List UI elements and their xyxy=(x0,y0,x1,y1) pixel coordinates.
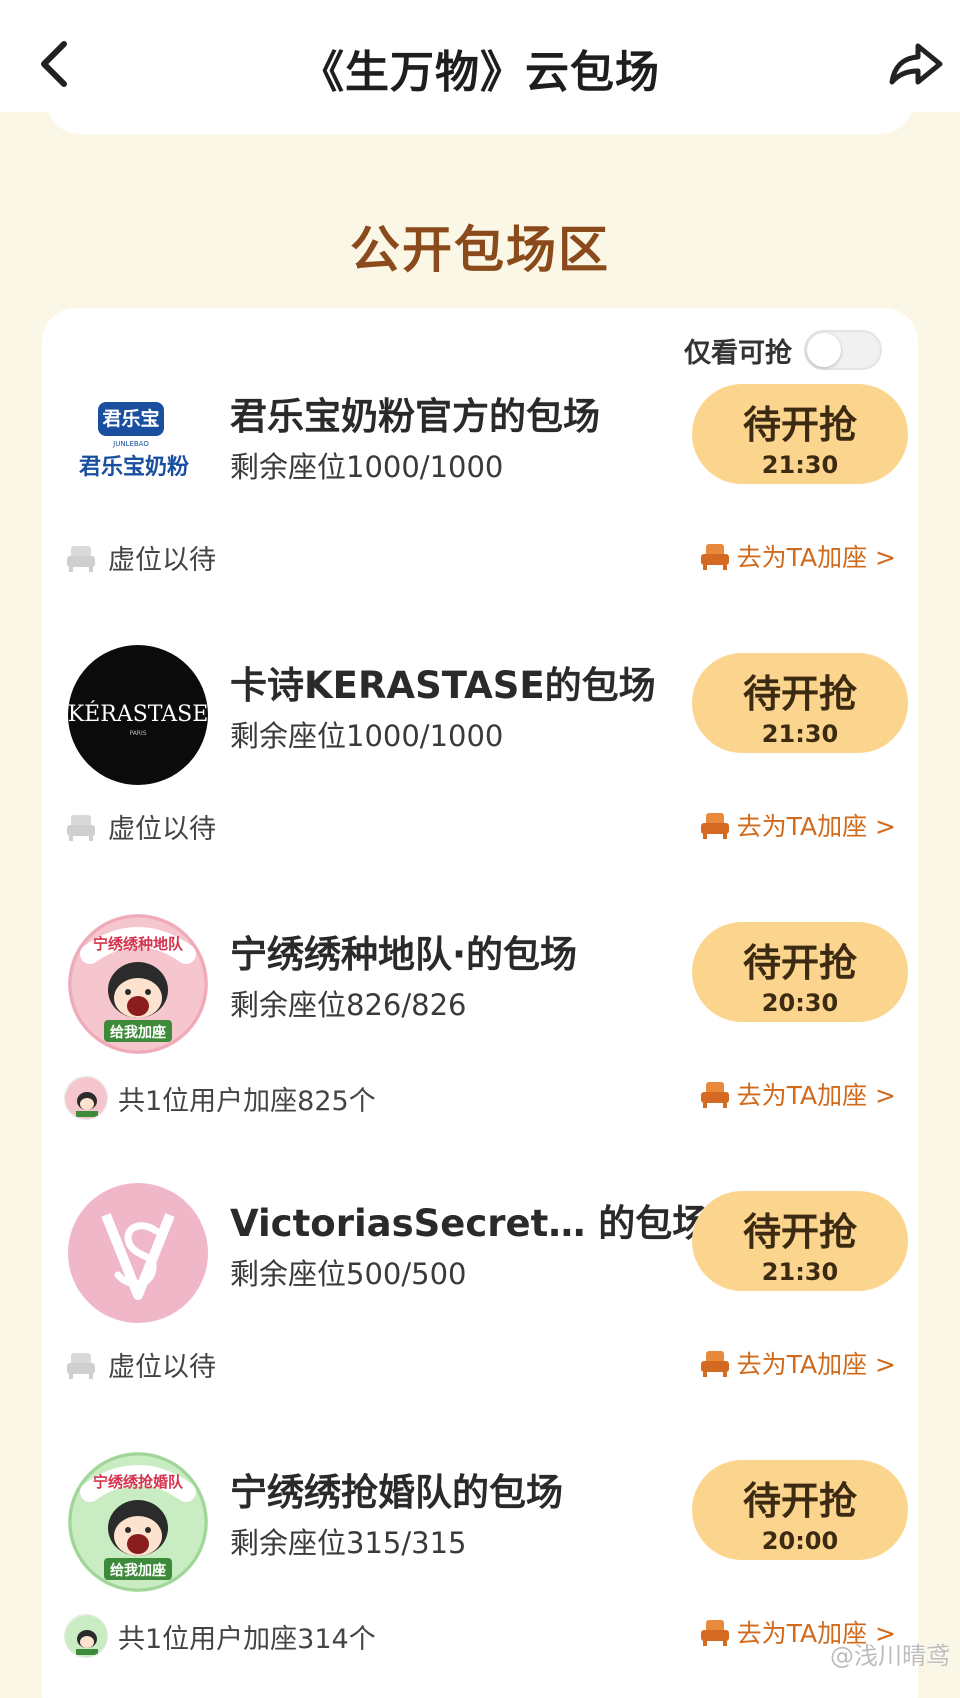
watermark: @浅川晴鸢 xyxy=(830,1642,950,1670)
logo-sub: PARIS xyxy=(129,730,146,737)
badge-bottom: 给我加座 xyxy=(110,1024,166,1041)
list-item: VictoriasSecret… 的包场 剩余座位500/500 待开抢 21:… xyxy=(42,1175,918,1445)
item-name: VictoriasSecret… 的包场 xyxy=(230,1202,710,1245)
seat-icon xyxy=(700,1082,729,1108)
item-seats: 剩余座位826/826 xyxy=(230,988,467,1022)
footer-text: 虚位以待 xyxy=(108,1352,216,1383)
cartoon-avatar: 宁绣绣种地队 给我加座 xyxy=(68,914,208,1054)
kerastase-logo: KÉRASTASE PARIS xyxy=(68,645,208,785)
item-footer-status: 虚位以待 xyxy=(64,1345,216,1384)
grab-button[interactable]: 待开抢 21:30 xyxy=(692,1191,908,1291)
list-item: 宁绣绣种地队 给我加座 宁绣绣种地队·的包场 剩余座位826/826 待开抢 2… xyxy=(42,906,918,1176)
add-seat-text: 去为TA加座 > xyxy=(736,1350,896,1379)
add-seat-text: 去为TA加座 > xyxy=(736,812,896,841)
toggle-knob xyxy=(807,333,841,367)
add-seat-link[interactable]: 去为TA加座 > xyxy=(699,1076,896,1112)
footer-text: 虚位以待 xyxy=(108,814,216,845)
share-arrow-icon xyxy=(889,43,943,85)
page-title: 《生万物》云包场 xyxy=(300,47,660,98)
public-screenings-card: 仅看可抢 君乐宝 JUNLEBAO 君乐宝奶粉 君乐宝奶粉官方的包场 剩余座位1… xyxy=(42,308,918,1698)
badge-top: 宁绣绣种地队 xyxy=(93,935,184,953)
item-name: 卡诗KERASTASE的包场 xyxy=(230,664,656,707)
badge-top: 宁绣绣抢婚队 xyxy=(93,1473,184,1491)
logo-text-top: 君乐宝 xyxy=(102,407,159,430)
seat-icon xyxy=(700,544,729,570)
add-seat-text: 去为TA加座 > xyxy=(736,1081,896,1110)
logo-text-sub: JUNLEBAO xyxy=(112,440,149,448)
top-nav-bar: 《生万物》云包场 xyxy=(0,0,960,112)
grab-button-label: 待开抢 xyxy=(742,403,857,447)
grab-time: 20:30 xyxy=(761,989,839,1017)
grab-button[interactable]: 待开抢 21:30 xyxy=(692,384,908,484)
filter-row: 仅看可抢 xyxy=(684,330,882,370)
share-button[interactable] xyxy=(886,38,946,90)
seat-icon xyxy=(700,1351,729,1377)
item-footer-status: 虚位以待 xyxy=(64,807,216,846)
grab-time: 21:30 xyxy=(761,720,839,748)
grab-time: 20:00 xyxy=(761,1527,839,1555)
grab-button-label: 待开抢 xyxy=(742,1479,857,1523)
filter-label: 仅看可抢 xyxy=(684,337,792,369)
grab-time: 21:30 xyxy=(761,451,839,479)
seat-icon xyxy=(700,1620,729,1646)
add-seat-link[interactable]: 去为TA加座 > xyxy=(699,807,896,843)
list-item: 君乐宝 JUNLEBAO 君乐宝奶粉 君乐宝奶粉官方的包场 剩余座位1000/1… xyxy=(42,368,918,638)
grab-button-label: 待开抢 xyxy=(742,672,857,716)
seat-icon xyxy=(700,813,729,839)
add-seat-text: 去为TA加座 > xyxy=(736,543,896,572)
grab-button-label: 待开抢 xyxy=(742,941,857,985)
empty-seat-icon xyxy=(67,545,95,572)
badge-bottom: 给我加座 xyxy=(110,1562,166,1579)
grab-button[interactable]: 待开抢 20:30 xyxy=(692,922,908,1022)
item-seats: 剩余座位1000/1000 xyxy=(230,719,504,753)
user-avatar xyxy=(64,1614,108,1658)
empty-seat-icon xyxy=(67,1352,95,1379)
footer-text: 虚位以待 xyxy=(108,545,216,576)
grab-time: 21:30 xyxy=(761,1258,839,1286)
footer-text: 共1位用户加座825个 xyxy=(118,1085,376,1117)
item-footer-status: 共1位用户加座825个 xyxy=(64,1076,376,1120)
item-footer-status: 共1位用户加座314个 xyxy=(64,1614,376,1658)
only-available-toggle[interactable] xyxy=(804,330,882,370)
header-tab-edge xyxy=(46,100,914,134)
user-avatar xyxy=(64,1076,108,1120)
empty-seat-icon xyxy=(67,814,95,841)
item-seats: 剩余座位1000/1000 xyxy=(230,450,504,484)
junlebao-logo: 君乐宝 JUNLEBAO 君乐宝奶粉 xyxy=(68,376,208,516)
item-name: 宁绣绣抢婚队的包场 xyxy=(230,1471,563,1514)
add-seat-link[interactable]: 去为TA加座 > xyxy=(699,1345,896,1381)
logo-text-bottom: 君乐宝奶粉 xyxy=(79,454,189,480)
grab-button-label: 待开抢 xyxy=(742,1210,857,1254)
item-seats: 剩余座位315/315 xyxy=(230,1526,467,1560)
grab-button[interactable]: 待开抢 20:00 xyxy=(692,1460,908,1560)
list-item: 宁绣绣抢婚队 给我加座 宁绣绣抢婚队的包场 剩余座位315/315 待开抢 20… xyxy=(42,1444,918,1698)
logo-text: KÉRASTASE xyxy=(68,700,208,727)
cartoon-avatar: 宁绣绣抢婚队 给我加座 xyxy=(68,1452,208,1592)
footer-text: 共1位用户加座314个 xyxy=(118,1623,376,1655)
item-name: 君乐宝奶粉官方的包场 xyxy=(230,395,600,438)
add-seat-link[interactable]: 去为TA加座 > xyxy=(699,538,896,574)
item-name: 宁绣绣种地队·的包场 xyxy=(230,933,578,976)
item-footer-status: 虚位以待 xyxy=(64,538,216,577)
victorias-secret-logo xyxy=(68,1183,208,1323)
grab-button[interactable]: 待开抢 21:30 xyxy=(692,653,908,753)
section-title: 公开包场区 xyxy=(350,221,610,279)
item-seats: 剩余座位500/500 xyxy=(230,1257,467,1291)
list-item: KÉRASTASE PARIS 卡诗KERASTASE的包场 剩余座位1000/… xyxy=(42,637,918,907)
